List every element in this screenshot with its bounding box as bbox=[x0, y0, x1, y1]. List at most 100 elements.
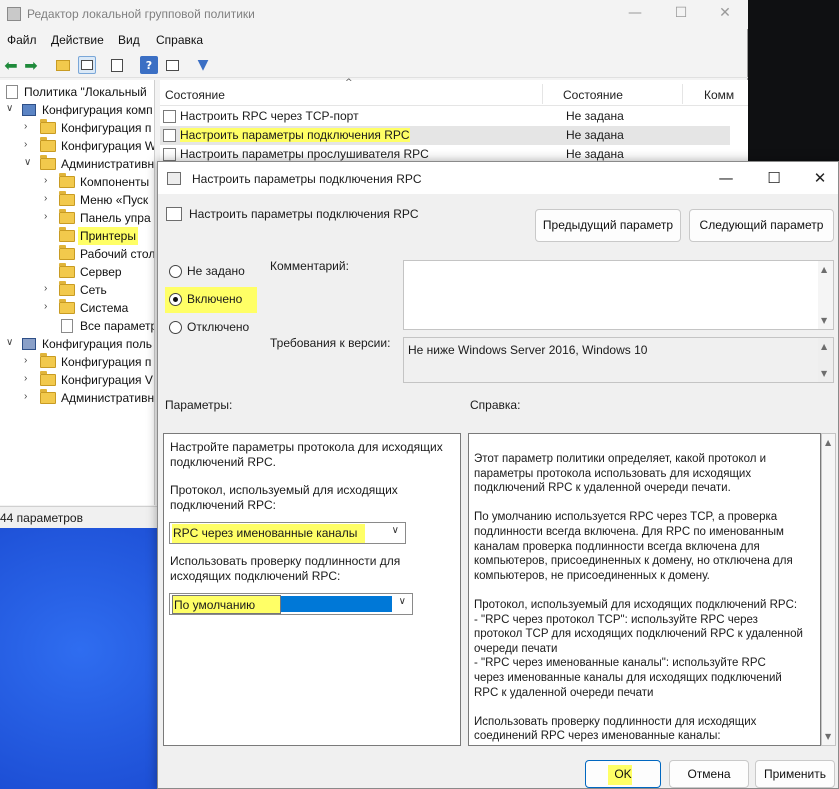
show-hide-tree-icon[interactable] bbox=[78, 56, 96, 74]
column-header-setting[interactable]: Состояние bbox=[165, 88, 225, 102]
protocol-select[interactable]: RPC через именованные каналы ∨ bbox=[169, 522, 406, 544]
export-icon[interactable] bbox=[108, 56, 126, 74]
help-scrollbar[interactable]: ▲ ▼ bbox=[821, 433, 836, 746]
tree-node-control-panel[interactable]: › Панель упра bbox=[0, 209, 154, 227]
tree-node-start-menu[interactable]: › Меню «Пуск bbox=[0, 191, 154, 209]
dialog-minimize-button[interactable]: — bbox=[706, 166, 746, 190]
next-setting-button[interactable]: Следующий параметр bbox=[689, 209, 834, 242]
apply-button[interactable]: Применить bbox=[755, 760, 835, 788]
menu-view[interactable]: Вид bbox=[118, 33, 140, 47]
minimize-button[interactable]: — bbox=[612, 2, 658, 26]
scroll-down-icon[interactable]: ▼ bbox=[821, 369, 827, 378]
toolbar: ⬅ ➡ ? ▼ bbox=[0, 52, 748, 78]
column-separator[interactable] bbox=[682, 84, 683, 104]
tree-node-network[interactable]: › Сеть bbox=[0, 281, 154, 299]
help-icon[interactable]: ? bbox=[140, 56, 158, 74]
dialog-titlebar[interactable]: Настроить параметры подключения RPC — ☐ … bbox=[158, 162, 838, 194]
menu-action[interactable]: Действие bbox=[51, 33, 104, 47]
desktop-dark-area bbox=[748, 0, 839, 170]
scroll-down-icon[interactable]: ▼ bbox=[821, 316, 827, 325]
chevron-down-icon[interactable]: ∨ bbox=[6, 103, 13, 114]
menu-help[interactable]: Справка bbox=[156, 33, 203, 47]
tree-node-system[interactable]: › Система bbox=[0, 299, 154, 317]
status-text: 44 параметров bbox=[0, 511, 83, 525]
auth-select[interactable]: По умолчанию ∨ bbox=[169, 593, 413, 615]
cancel-button[interactable]: Отмена bbox=[669, 760, 749, 788]
help-section-label: Справка: bbox=[470, 398, 521, 412]
forward-icon[interactable]: ➡ bbox=[22, 56, 40, 75]
chevron-down-icon[interactable]: ∨ bbox=[6, 337, 13, 348]
chevron-right-icon[interactable]: › bbox=[24, 373, 27, 384]
column-header-comment[interactable]: Комм bbox=[704, 88, 734, 102]
chevron-right-icon[interactable]: › bbox=[44, 175, 47, 186]
menu-bar: Файл Действие Вид Справка bbox=[0, 30, 748, 50]
folder-icon bbox=[59, 263, 75, 278]
comment-textarea[interactable]: ▲ ▼ bbox=[403, 260, 834, 330]
maximize-button[interactable]: ☐ bbox=[658, 2, 704, 26]
chevron-right-icon[interactable]: › bbox=[24, 139, 27, 150]
requirements-box: Не ниже Windows Server 2016, Windows 10 … bbox=[403, 337, 834, 383]
scroll-up-icon[interactable]: ▲ bbox=[825, 438, 831, 447]
back-icon[interactable]: ⬅ bbox=[2, 56, 20, 75]
chevron-right-icon[interactable]: › bbox=[24, 121, 27, 132]
chevron-down-icon[interactable]: ∨ bbox=[399, 596, 406, 607]
tree-node-user-config[interactable]: ∨ Конфигурация поль bbox=[0, 335, 154, 353]
ok-button[interactable]: OK bbox=[585, 760, 661, 788]
radio-enabled[interactable]: Включено bbox=[165, 287, 269, 313]
chevron-right-icon[interactable]: › bbox=[44, 193, 47, 204]
chevron-down-icon[interactable]: ∨ bbox=[392, 525, 399, 536]
tree-node-admin-templates[interactable]: ∨ Административн bbox=[0, 155, 154, 173]
chevron-right-icon[interactable]: › bbox=[44, 211, 47, 222]
all-settings-icon bbox=[61, 319, 73, 333]
folder-icon bbox=[59, 299, 75, 314]
filter-icon[interactable]: ▼ bbox=[194, 56, 212, 74]
properties-icon[interactable] bbox=[163, 56, 181, 74]
tree-node-user-windows[interactable]: › Конфигурация V bbox=[0, 371, 154, 389]
radio-disabled[interactable]: Отключено bbox=[169, 320, 269, 336]
comment-scrollbar[interactable]: ▲ ▼ bbox=[818, 261, 833, 329]
list-row-selected[interactable]: Настроить параметры подключения RPC Не з… bbox=[160, 126, 730, 145]
dialog-close-button[interactable]: ✕ bbox=[800, 166, 839, 190]
close-button[interactable]: ✕ bbox=[702, 2, 748, 26]
tree-node-desktop[interactable]: Рабочий стол bbox=[0, 245, 154, 263]
chevron-right-icon[interactable]: › bbox=[44, 301, 47, 312]
tree-node-all-settings[interactable]: Все параметр bbox=[0, 317, 154, 335]
scroll-up-icon[interactable]: ▲ bbox=[821, 342, 827, 351]
dialog-title: Настроить параметры подключения RPC bbox=[192, 172, 422, 186]
radio-not-configured[interactable]: Не задано bbox=[169, 264, 269, 280]
column-separator[interactable] bbox=[542, 84, 543, 104]
chevron-right-icon[interactable]: › bbox=[24, 391, 27, 402]
main-titlebar[interactable]: Редактор локальной групповой политики — … bbox=[0, 0, 748, 29]
tree-node-windows-settings[interactable]: › Конфигурация W bbox=[0, 137, 154, 155]
tree-node-user-software[interactable]: › Конфигурация п bbox=[0, 353, 154, 371]
setting-icon bbox=[163, 129, 176, 142]
chevron-down-icon[interactable]: ∨ bbox=[24, 157, 31, 168]
requirements-scrollbar[interactable]: ▲ ▼ bbox=[818, 338, 833, 382]
requirements-label: Требования к версии: bbox=[270, 336, 391, 350]
tree-node-computer-config[interactable]: ∨ Конфигурация комп bbox=[0, 101, 154, 119]
dialog-maximize-button[interactable]: ☐ bbox=[754, 166, 794, 190]
radio-circle[interactable] bbox=[169, 265, 182, 278]
chevron-right-icon[interactable]: › bbox=[24, 355, 27, 366]
previous-setting-button[interactable]: Предыдущий параметр bbox=[535, 209, 681, 242]
scroll-down-icon[interactable]: ▼ bbox=[825, 732, 831, 741]
user-icon bbox=[22, 338, 36, 350]
radio-circle-selected[interactable] bbox=[169, 293, 182, 306]
chevron-right-icon[interactable]: › bbox=[44, 283, 47, 294]
tree-node-root[interactable]: Политика "Локальный bbox=[0, 83, 154, 101]
gpedit-app-icon bbox=[7, 7, 21, 21]
tree-node-printers[interactable]: Принтеры bbox=[56, 227, 140, 245]
tree-node-components[interactable]: › Компоненты bbox=[0, 173, 154, 191]
scroll-up-icon[interactable]: ▲ bbox=[821, 265, 827, 274]
settings-list: ^ Состояние Состояние Комм Настроить RPC… bbox=[160, 78, 748, 170]
column-header-state[interactable]: Состояние bbox=[563, 88, 623, 102]
folder-up-icon[interactable] bbox=[54, 56, 72, 74]
menu-file[interactable]: Файл bbox=[7, 33, 37, 47]
sort-up-icon: ^ bbox=[345, 78, 353, 88]
tree-node-software-settings[interactable]: › Конфигурация п bbox=[0, 119, 154, 137]
tree-node-user-admin[interactable]: › Административн bbox=[0, 389, 154, 407]
list-row[interactable]: Настроить RPC через TCP-порт Не задана bbox=[160, 107, 730, 126]
tree-node-server[interactable]: Сервер bbox=[0, 263, 154, 281]
folder-icon bbox=[40, 137, 56, 152]
radio-circle[interactable] bbox=[169, 321, 182, 334]
